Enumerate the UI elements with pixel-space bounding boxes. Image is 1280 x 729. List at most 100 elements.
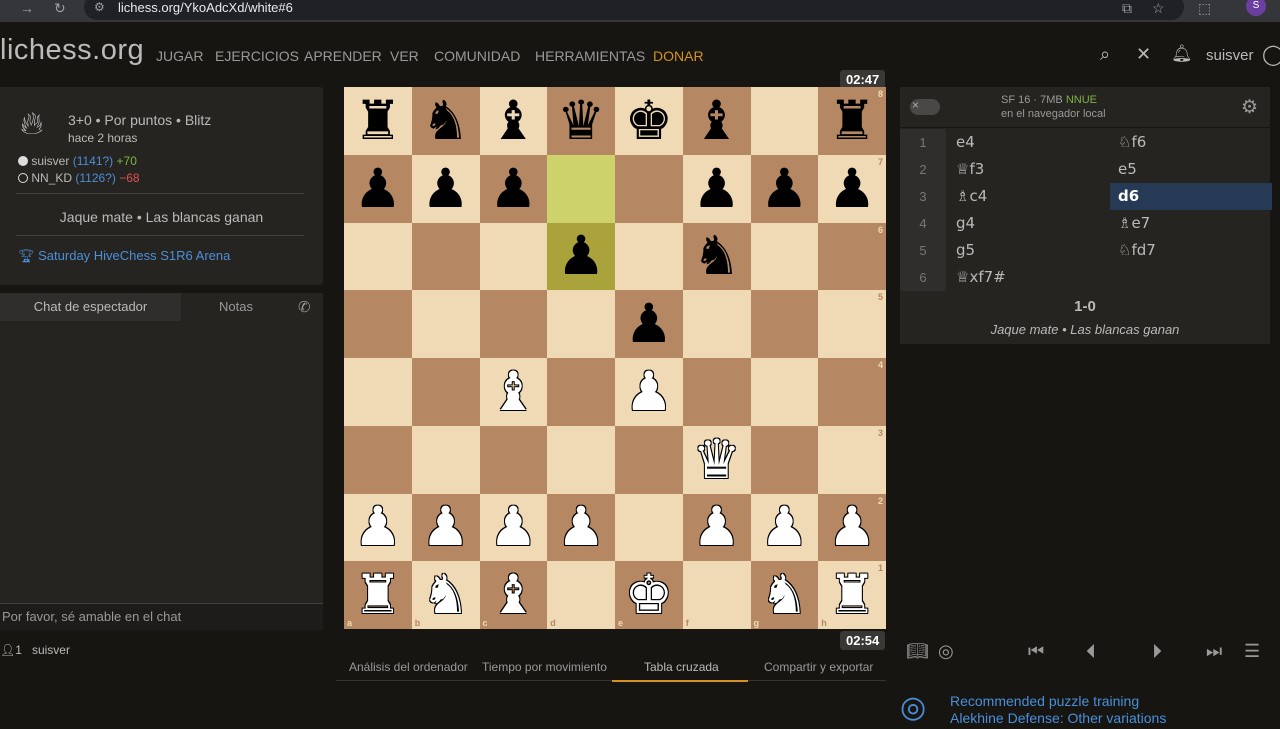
- user-icon[interactable]: ◯: [1262, 42, 1280, 67]
- black-pawn-f7[interactable]: ♟: [683, 155, 751, 223]
- square-h4[interactable]: 4: [818, 358, 886, 426]
- chess-board[interactable]: 8 7 6 5 4 3 2 a b c d e f g 1 h ♜ ♞ ♝ ♛ ♚ ♝ ♜ ♟ ♟ ♟ ♟ ♟ ♟ ♟ ♞ ♟ ♝ ♟ ♛ ♟ ♟ ♟ ♟ ♟…: [344, 87, 886, 629]
- site-logo[interactable]: lichess.org: [0, 34, 144, 67]
- phone-icon[interactable]: ✆: [298, 298, 311, 316]
- nav-jugar[interactable]: JUGAR: [156, 48, 203, 64]
- square-g8[interactable]: [750, 87, 819, 155]
- black-pawn-g7[interactable]: ♟: [751, 155, 819, 223]
- square-b6[interactable]: [411, 222, 480, 291]
- url-text[interactable]: lichess.org/YkoAdcXd/white#6: [118, 0, 293, 15]
- white-pawn-f2[interactable]: ♟: [683, 494, 751, 562]
- puzzle-title[interactable]: Recommended puzzle training: [950, 693, 1139, 709]
- engine-toggle[interactable]: ×: [910, 98, 940, 115]
- square-g6[interactable]: [750, 222, 819, 291]
- menu-icon[interactable]: ☰: [1244, 641, 1260, 662]
- spectator-name[interactable]: suisver: [32, 643, 70, 657]
- tab-computer-analysis[interactable]: Análisis del ordenador: [349, 660, 468, 674]
- black-queen-d8[interactable]: ♛: [547, 87, 615, 155]
- white-rook-h1[interactable]: ♜: [818, 561, 886, 629]
- black-pawn-h7[interactable]: ♟: [818, 155, 886, 223]
- square-h3[interactable]: 3: [818, 425, 886, 494]
- square-c6[interactable]: [479, 222, 548, 291]
- black-pawn-b7[interactable]: ♟: [412, 155, 480, 223]
- black-rook-h8[interactable]: ♜: [818, 87, 886, 155]
- square-h6[interactable]: 6: [818, 222, 886, 291]
- square-g3[interactable]: [750, 425, 819, 494]
- install-icon[interactable]: ⧉: [1122, 0, 1132, 17]
- nav-aprender[interactable]: APRENDER: [304, 48, 382, 64]
- move-white-3[interactable]: ♗c4: [956, 183, 987, 210]
- player-white-name[interactable]: suisver: [31, 154, 69, 168]
- puzzle-opening[interactable]: Alekhine Defense: Other variations: [950, 710, 1166, 726]
- nav-comunidad[interactable]: COMUNIDAD: [434, 48, 520, 64]
- last-move-icon[interactable]: ⏭: [1206, 641, 1222, 662]
- square-f1[interactable]: f: [682, 561, 751, 629]
- tournament-name[interactable]: Saturday HiveChess S1R6 Arena: [38, 248, 230, 263]
- square-d5[interactable]: [547, 290, 615, 358]
- square-a4[interactable]: [344, 358, 412, 426]
- black-rook-a8[interactable]: ♜: [344, 87, 412, 155]
- forward-icon[interactable]: →: [20, 0, 34, 16]
- white-bishop-c1[interactable]: ♝: [480, 561, 548, 629]
- white-knight-b1[interactable]: ♞: [412, 561, 480, 629]
- black-bishop-f8[interactable]: ♝: [683, 87, 751, 155]
- nav-ver[interactable]: VER: [390, 48, 419, 64]
- nav-donar[interactable]: DONAR: [653, 48, 704, 64]
- black-knight-b8[interactable]: ♞: [412, 87, 480, 155]
- white-pawn-c2[interactable]: ♟: [480, 494, 548, 562]
- swords-icon[interactable]: ✕: [1136, 44, 1151, 65]
- reload-icon[interactable]: ↻: [54, 0, 66, 17]
- square-d7[interactable]: [547, 154, 615, 223]
- move-black-4[interactable]: ♗e7: [1118, 210, 1150, 237]
- site-info-icon[interactable]: ⚙: [94, 0, 105, 14]
- black-pawn-a7[interactable]: ♟: [344, 155, 412, 223]
- white-queen-f3[interactable]: ♛: [683, 426, 751, 494]
- tab-share-export[interactable]: Compartir y exportar: [764, 660, 873, 674]
- square-h5[interactable]: 5: [818, 290, 886, 358]
- tab-chat[interactable]: Chat de espectador: [0, 293, 181, 321]
- square-c5[interactable]: [479, 290, 548, 358]
- move-white-5[interactable]: g5: [956, 237, 975, 264]
- black-pawn-e5[interactable]: ♟: [615, 290, 683, 358]
- square-d3[interactable]: [547, 425, 615, 494]
- tournament-link[interactable]: 🏆︎ Saturday HiveChess S1R6 Arena: [18, 248, 230, 264]
- square-c3[interactable]: [479, 425, 548, 494]
- black-pawn-c7[interactable]: ♟: [480, 155, 548, 223]
- tab-crosstable[interactable]: Tabla cruzada: [644, 660, 719, 674]
- move-black-2[interactable]: e5: [1118, 156, 1137, 183]
- white-rook-a1[interactable]: ♜: [344, 561, 412, 629]
- extensions-icon[interactable]: ⬚: [1198, 0, 1211, 17]
- square-b3[interactable]: [411, 425, 480, 494]
- tab-move-times[interactable]: Tiempo por movimiento: [482, 660, 607, 674]
- square-f5[interactable]: [682, 290, 751, 358]
- player-white[interactable]: suisver (1141?) +70: [18, 154, 137, 168]
- square-a3[interactable]: [344, 425, 412, 494]
- nav-herramientas[interactable]: HERRAMIENTAS: [535, 48, 645, 64]
- square-a6[interactable]: [344, 222, 412, 291]
- move-white-4[interactable]: g4: [956, 210, 975, 237]
- black-bishop-c8[interactable]: ♝: [480, 87, 548, 155]
- user-menu[interactable]: suisver: [1206, 47, 1254, 64]
- move-black-3[interactable]: d6: [1110, 183, 1272, 210]
- bell-icon[interactable]: 🔔︎: [1171, 44, 1193, 64]
- square-a5[interactable]: [344, 290, 412, 358]
- square-e7[interactable]: [615, 154, 683, 223]
- white-pawn-a2[interactable]: ♟: [344, 494, 412, 562]
- first-move-icon[interactable]: ⏮: [1028, 641, 1044, 662]
- square-b4[interactable]: [411, 358, 480, 426]
- search-icon[interactable]: ⌕: [1100, 44, 1110, 65]
- white-bishop-c4[interactable]: ♝: [480, 358, 548, 426]
- white-pawn-e4[interactable]: ♟: [615, 358, 683, 426]
- target-icon[interactable]: ◎: [938, 641, 954, 662]
- black-pawn-d6[interactable]: ♟: [547, 223, 615, 291]
- black-knight-f6[interactable]: ♞: [683, 223, 751, 291]
- white-pawn-h2[interactable]: ♟: [818, 494, 886, 562]
- bookmark-star-icon[interactable]: ☆: [1152, 0, 1165, 17]
- tab-notes[interactable]: Notas: [181, 293, 291, 321]
- prev-move-icon[interactable]: ⏴: [1086, 641, 1096, 664]
- move-white-6[interactable]: ♕xf7#: [956, 264, 1006, 291]
- white-knight-g1[interactable]: ♞: [751, 561, 819, 629]
- square-g5[interactable]: [750, 290, 819, 358]
- next-move-icon[interactable]: ⏵: [1152, 641, 1162, 664]
- move-white-2[interactable]: ♕f3: [956, 156, 984, 183]
